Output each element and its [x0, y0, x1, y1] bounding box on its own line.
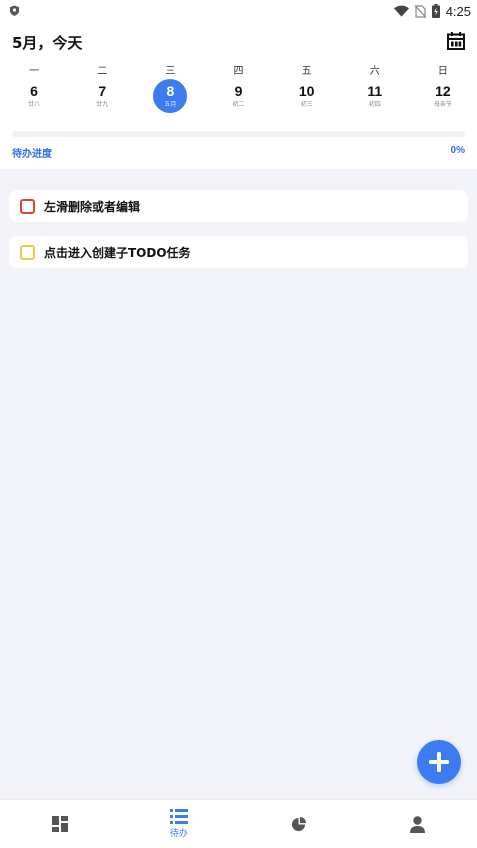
- calendar-icon[interactable]: [446, 31, 466, 51]
- status-time: 4:25: [445, 3, 471, 19]
- date-cell[interactable]: 9 初二: [204, 78, 272, 114]
- list-icon: [169, 809, 188, 824]
- todo-text: 点击进入创建子TODO任务: [44, 245, 191, 260]
- date-number: 9: [234, 83, 243, 99]
- person-icon: [409, 815, 425, 833]
- progress-value: 0%: [450, 145, 465, 156]
- nav-label: 待办: [169, 829, 188, 839]
- date-number: 11: [367, 83, 383, 99]
- weekday-label: 四: [233, 66, 244, 77]
- weekday-label: 六: [369, 66, 380, 77]
- date-cell[interactable]: 7 廿九: [68, 78, 136, 114]
- date-number: 10: [298, 83, 315, 99]
- dashboard-icon: [51, 816, 68, 832]
- status-bar: 4:25: [0, 0, 477, 22]
- shield-icon: [9, 5, 20, 16]
- weekday-row: 一 二 三 四 五 六 日: [0, 62, 477, 77]
- todo-checkbox[interactable]: [20, 198, 35, 214]
- nav-item-stats[interactable]: [239, 800, 358, 848]
- bottom-nav: 待办: [0, 799, 477, 848]
- wifi-icon: [393, 5, 409, 17]
- nav-item-todo[interactable]: 待办: [119, 800, 238, 848]
- weekday-label: 三: [165, 66, 176, 77]
- weekday-label: 一: [29, 66, 40, 77]
- page-title: 5月，今天: [12, 34, 83, 52]
- date-cell[interactable]: 10 初三: [273, 78, 341, 114]
- add-todo-button[interactable]: [417, 740, 461, 784]
- date-number: 8: [166, 83, 175, 99]
- lunar-date: 初三: [300, 101, 313, 108]
- progress-bar: [12, 131, 465, 137]
- nav-item-dashboard[interactable]: [0, 800, 119, 848]
- progress-label: 待办进度: [12, 149, 52, 160]
- date-number: 7: [98, 83, 107, 99]
- lunar-date: 初二: [232, 101, 245, 108]
- todo-text: 左滑删除或者编辑: [44, 199, 141, 214]
- lunar-date: 母亲节: [433, 101, 452, 108]
- date-cell-selected[interactable]: 8 五月: [136, 78, 204, 114]
- date-row: 6 廿八 7 廿九 8 五月 9 初二 10 初三 11 初四 12 母亲节: [0, 78, 477, 114]
- plus-icon: [429, 752, 449, 772]
- lunar-date: 廿八: [28, 101, 41, 108]
- battery-charging-icon: [431, 4, 440, 18]
- todo-item[interactable]: 点击进入创建子TODO任务: [9, 236, 468, 268]
- lunar-date: 五月: [164, 101, 177, 108]
- todo-item[interactable]: 左滑删除或者编辑: [9, 190, 468, 222]
- nav-item-profile[interactable]: [358, 800, 477, 848]
- date-cell[interactable]: 6 廿八: [0, 78, 68, 114]
- lunar-date: 廿九: [96, 101, 109, 108]
- todo-checkbox[interactable]: [20, 244, 35, 260]
- weekday-label: 日: [437, 66, 448, 77]
- weekday-label: 五: [301, 66, 312, 77]
- date-cell[interactable]: 12 母亲节: [409, 78, 477, 114]
- date-number: 12: [435, 83, 451, 99]
- weekday-label: 二: [97, 66, 108, 77]
- date-cell[interactable]: 11 初四: [341, 78, 409, 114]
- date-number: 6: [30, 83, 38, 99]
- no-sim-icon: [414, 4, 426, 18]
- lunar-date: 初四: [368, 101, 381, 108]
- pie-chart-icon: [291, 816, 306, 831]
